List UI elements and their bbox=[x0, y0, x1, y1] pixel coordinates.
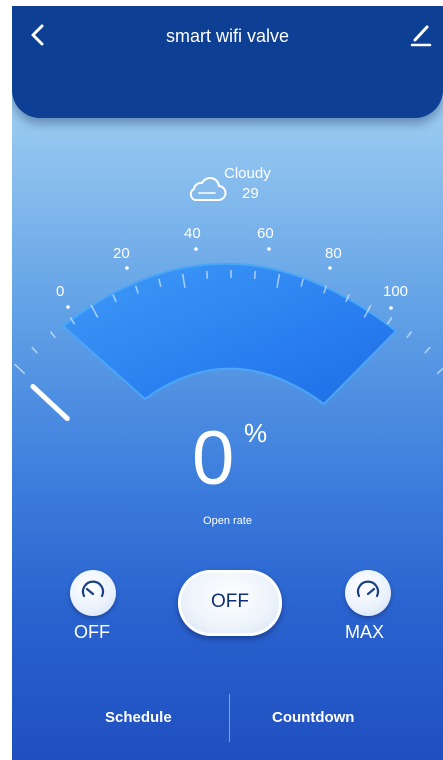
open-rate-value: 0 bbox=[192, 416, 235, 501]
gauge-tick bbox=[205, 270, 209, 280]
gauge-tick bbox=[406, 330, 413, 339]
open-rate-label: Open rate bbox=[203, 515, 252, 527]
tab-divider bbox=[229, 694, 230, 742]
gauge-tick-label: 20 bbox=[113, 245, 130, 262]
min-open-label: OFF bbox=[74, 622, 110, 642]
gauge-tick bbox=[386, 317, 393, 325]
max-open-button[interactable] bbox=[345, 570, 391, 616]
gauge-tick bbox=[31, 346, 38, 354]
gauge-tick bbox=[253, 270, 257, 280]
gauge-tick-label: 100 bbox=[383, 283, 408, 300]
gauge-dot bbox=[66, 305, 70, 309]
min-open-button[interactable] bbox=[70, 570, 116, 616]
gauge-dot bbox=[125, 266, 129, 270]
gauge-needle bbox=[30, 383, 70, 422]
tab-countdown[interactable]: Countdown bbox=[272, 709, 354, 726]
power-toggle-button[interactable]: OFF bbox=[178, 570, 282, 636]
open-rate-unit: % bbox=[244, 418, 268, 448]
gauge-high-icon bbox=[356, 580, 380, 598]
max-open-label: MAX bbox=[345, 622, 385, 642]
gauge-tick bbox=[49, 330, 56, 339]
gauge-dot bbox=[194, 247, 198, 251]
gauge-tick bbox=[13, 363, 26, 375]
gauge-tick-label: 40 bbox=[184, 225, 201, 242]
app-screen: smart wifi valve Cloudy 29 0 20 40 60 80 100 … bbox=[12, 6, 443, 760]
open-rate-gauge[interactable]: 0 20 40 60 80 100 bbox=[12, 6, 443, 426]
gauge-dot bbox=[389, 306, 393, 310]
gauge-tick bbox=[436, 367, 443, 375]
gauge-low-icon bbox=[81, 580, 105, 598]
gauge-dot bbox=[328, 266, 332, 270]
gauge-band bbox=[62, 262, 397, 405]
power-toggle-label: OFF bbox=[211, 591, 249, 612]
gauge-dot bbox=[267, 247, 271, 251]
gauge-tick-label: 60 bbox=[257, 225, 274, 242]
gauge-tick bbox=[424, 346, 431, 354]
tab-schedule[interactable]: Schedule bbox=[105, 709, 172, 726]
gauge-tick-label: 0 bbox=[56, 283, 64, 300]
gauge-tick-label: 80 bbox=[325, 245, 342, 262]
